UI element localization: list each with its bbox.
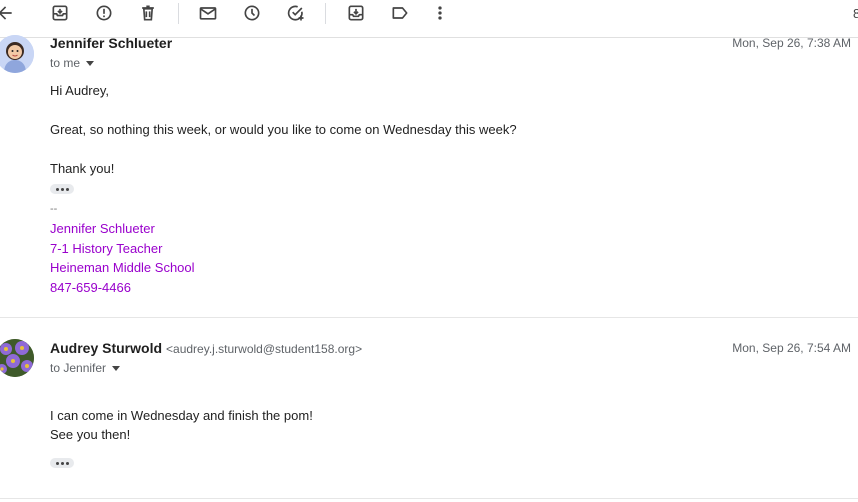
add-task-icon[interactable] [285, 2, 307, 24]
back-arrow-icon[interactable] [0, 2, 16, 24]
archive-icon[interactable] [49, 2, 71, 24]
email-message: Jennifer Schlueter Mon, Sep 26, 7:38 AM … [0, 35, 858, 317]
ellipsis-dot [55, 461, 59, 465]
message-date: Mon, Sep 26, 7:54 AM [732, 341, 851, 355]
recipients-text: to Jennifer [50, 361, 107, 375]
recipients-dropdown[interactable]: to Jennifer [50, 361, 121, 375]
delete-icon[interactable] [137, 2, 159, 24]
report-spam-icon[interactable] [93, 2, 115, 24]
message-divider [0, 498, 858, 499]
signature-line: Jennifer Schlueter [50, 221, 155, 236]
show-trimmed-content-button[interactable] [50, 458, 74, 468]
ellipsis-dot [60, 461, 64, 465]
ellipsis-dot [60, 187, 64, 191]
signature-line: 7-1 History Teacher [50, 241, 163, 256]
signature-separator: -- [50, 203, 58, 215]
message-body-line: See you then! [50, 427, 131, 442]
email-message: Audrey Sturwold <audrey.j.sturwold@studen… [0, 318, 858, 498]
message-body-line: I can come in Wednesday and finish the p… [50, 408, 313, 423]
message-date: Mon, Sep 26, 7:38 AM [732, 36, 851, 50]
show-trimmed-content-button[interactable] [50, 184, 74, 194]
ellipsis-dot [65, 461, 69, 465]
toolbar-separator [325, 3, 326, 24]
message-body-line: Hi Audrey, [50, 83, 110, 98]
snooze-icon[interactable] [241, 2, 263, 24]
avatar[interactable] [0, 35, 34, 73]
chevron-down-icon [112, 365, 121, 371]
sender-email: <audrey.j.sturwold@student158.org> [166, 342, 363, 356]
more-vert-icon[interactable] [429, 2, 451, 24]
recipients-dropdown[interactable]: to me [50, 56, 95, 70]
sender-name-text: Audrey Sturwold [50, 340, 163, 356]
signature-phone: 847-659-4466 [50, 280, 131, 295]
toolbar-separator [178, 3, 179, 24]
ellipsis-dot [55, 187, 59, 191]
signature-line: Heineman Middle School [50, 260, 195, 275]
move-to-icon[interactable] [345, 2, 367, 24]
message-body-line: Great, so nothing this week, or would yo… [50, 122, 517, 137]
sender-name-text: Jennifer Schlueter [50, 35, 173, 51]
avatar[interactable] [0, 339, 34, 377]
sender-name: Audrey Sturwold <audrey.j.sturwold@studen… [50, 340, 362, 356]
label-icon[interactable] [389, 2, 411, 24]
ellipsis-dot [65, 187, 69, 191]
message-count: 8 [853, 6, 858, 21]
message-body-line: Thank you! [50, 161, 115, 176]
sender-name: Jennifer Schlueter [50, 35, 172, 51]
chevron-down-icon [86, 60, 95, 66]
mark-unread-icon[interactable] [197, 2, 219, 24]
message-toolbar: 8 [0, 0, 858, 38]
recipients-text: to me [50, 56, 81, 70]
